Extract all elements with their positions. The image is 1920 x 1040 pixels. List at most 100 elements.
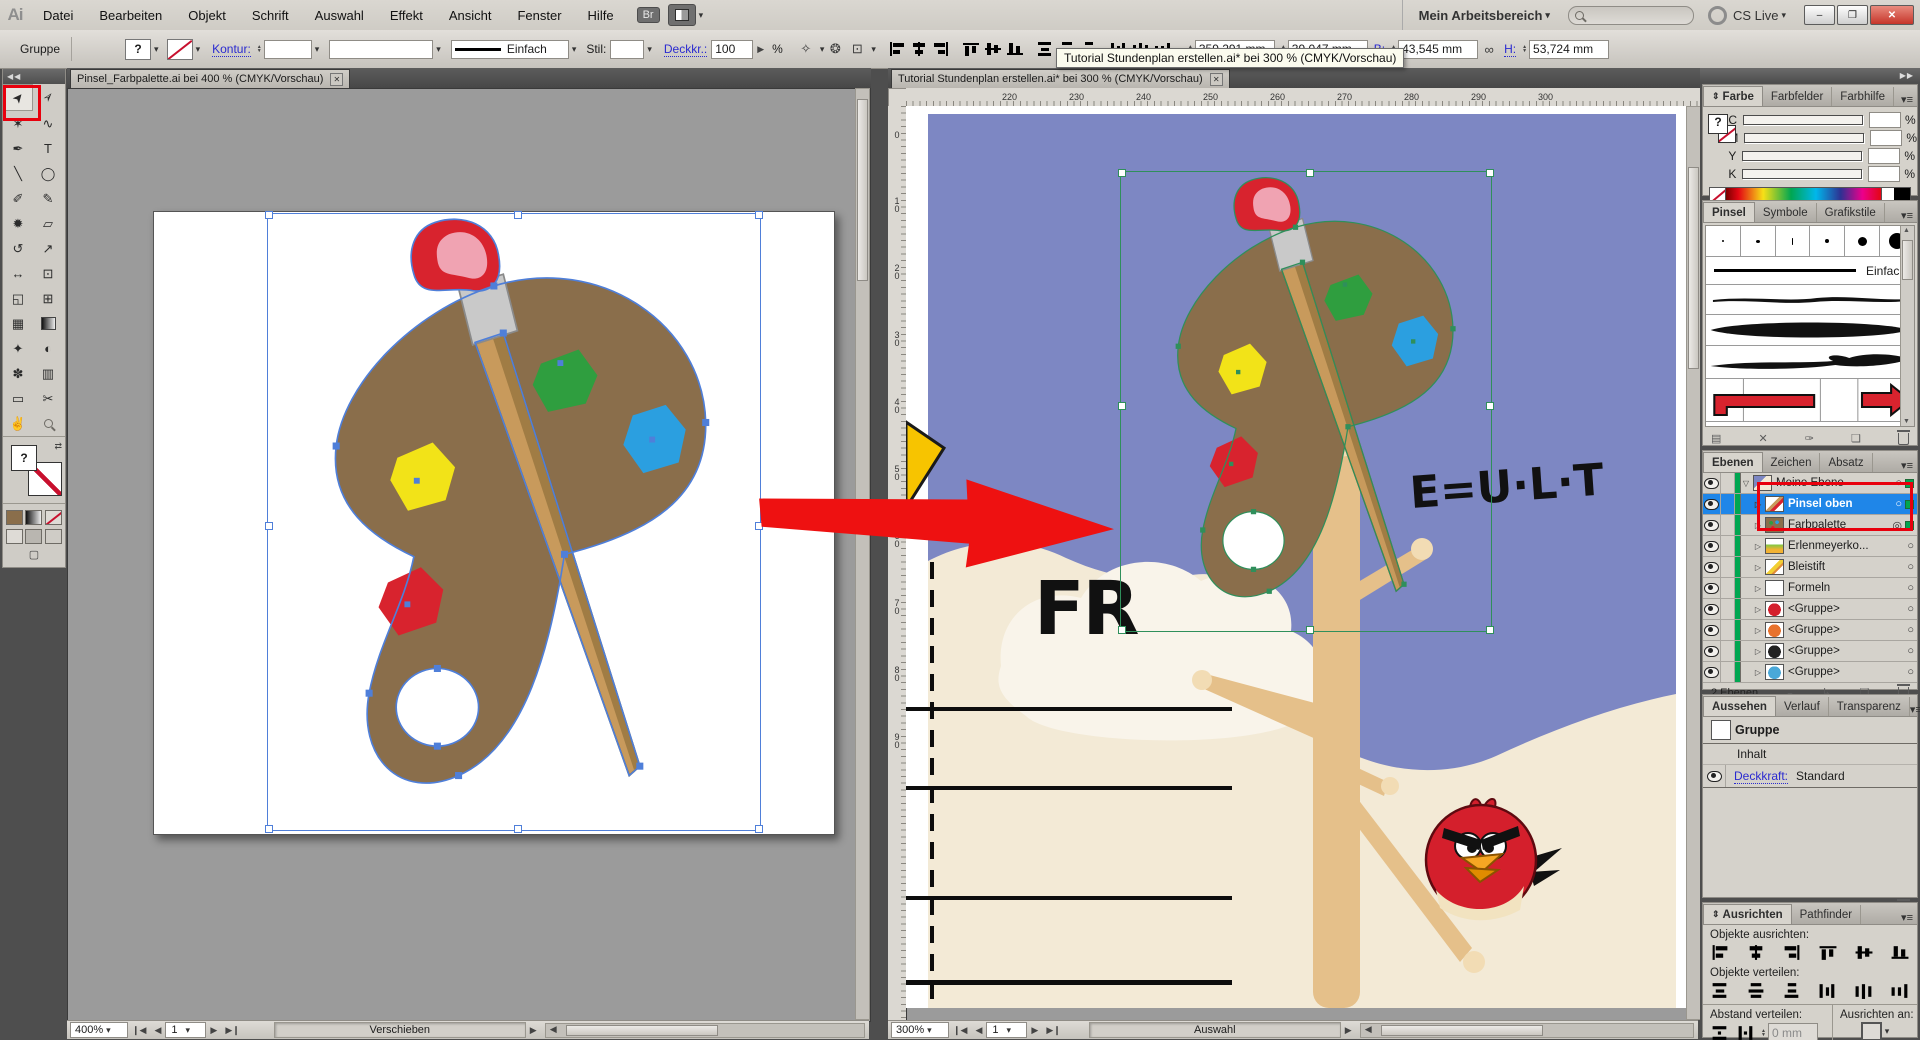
minimize-button[interactable]: –	[1804, 5, 1835, 25]
left-first-page-button[interactable]: ❙◀	[128, 1025, 150, 1036]
right-last-page-button[interactable]: ▶❙	[1042, 1025, 1064, 1036]
mesh-tool[interactable]: ▦	[3, 311, 33, 336]
maximize-button[interactable]: ❐	[1837, 5, 1868, 25]
menu-effekt[interactable]: Effekt	[377, 0, 436, 30]
line-tool[interactable]: ╲	[3, 161, 33, 186]
width-tool[interactable]: ↔	[3, 261, 33, 286]
ruler-origin[interactable]	[888, 88, 908, 108]
cs-live-button[interactable]: CS Live ▾	[1708, 6, 1786, 25]
tab-aussehen[interactable]: Aussehen	[1703, 696, 1776, 716]
none-mode-icon[interactable]	[45, 510, 62, 525]
left-last-page-button[interactable]: ▶❙	[221, 1025, 243, 1036]
target-icon[interactable]: ○	[1907, 582, 1917, 594]
appearance-group-row[interactable]: Gruppe	[1703, 717, 1917, 744]
lock-cell[interactable]	[1721, 473, 1735, 493]
bridge-button[interactable]: Br	[637, 7, 660, 23]
stroke-dropdown-icon[interactable]: ▾	[196, 44, 201, 55]
right-next-page-button[interactable]: ▶	[1027, 1025, 1042, 1036]
fill-proxy-swatch[interactable]: ?	[11, 445, 37, 471]
left-prev-page-button[interactable]: ◀	[150, 1025, 165, 1036]
lock-cell[interactable]	[1721, 578, 1735, 598]
close-button[interactable]: ✕	[1870, 5, 1914, 25]
expand-icon[interactable]: ▷	[1753, 542, 1763, 551]
opacity-label[interactable]: Deckkr.:	[664, 42, 707, 57]
width-profile-field[interactable]: Einfach	[451, 40, 569, 59]
tab-pathfinder[interactable]: Pathfinder	[1792, 905, 1861, 924]
lock-cell[interactable]	[1721, 599, 1735, 619]
isolate-dropdown-icon[interactable]: ▾	[871, 44, 876, 55]
tab-verlauf[interactable]: Verlauf	[1776, 697, 1829, 716]
menu-schrift[interactable]: Schrift	[239, 0, 302, 30]
expand-icon[interactable]: ▷	[1753, 584, 1763, 593]
layer-name[interactable]: Bleistift	[1788, 561, 1825, 573]
perspective-grid-tool[interactable]: ⊞	[33, 286, 63, 311]
paintbrush-tool[interactable]: ✐	[3, 186, 33, 211]
tab-farbfelder[interactable]: Farbfelder	[1763, 87, 1832, 106]
distribute-h-center-button[interactable]	[1851, 980, 1877, 1001]
appearance-opacity-row[interactable]: Deckkraft: Standard	[1703, 765, 1917, 788]
distribute-center-button[interactable]	[1743, 980, 1769, 1001]
visibility-icon[interactable]	[1704, 646, 1719, 657]
visibility-icon[interactable]	[1704, 478, 1719, 489]
align-bottom-button[interactable]	[1887, 942, 1913, 963]
visibility-icon[interactable]	[1707, 771, 1722, 782]
align-to-dropdown-icon[interactable]: ▾	[1885, 1026, 1890, 1037]
rotate-tool[interactable]: ↺	[3, 236, 33, 261]
left-document-tab[interactable]: Pinsel_Farbpalette.ai bei 400 % (CMYK/Vo…	[70, 69, 350, 88]
target-icon[interactable]: ○	[1907, 561, 1917, 573]
vertical-space-button[interactable]	[1707, 1022, 1733, 1040]
brush-item[interactable]	[1706, 226, 1741, 256]
stroke-weight-dropdown-icon[interactable]: ▾	[315, 44, 320, 55]
left-scroll-left-icon[interactable]: ◀	[546, 1024, 561, 1035]
layer-name[interactable]: Formeln	[1788, 582, 1830, 594]
magenta-slider[interactable]: M%	[1722, 129, 1917, 147]
constrain-proportions-icon[interactable]: ∞	[1478, 39, 1500, 59]
visibility-icon[interactable]	[1704, 562, 1719, 573]
color-mode-icon[interactable]	[6, 510, 23, 525]
align-right-button[interactable]	[1779, 942, 1805, 963]
fill-dropdown-icon[interactable]: ▾	[154, 44, 159, 55]
layer-name[interactable]: Erlenmeyerko...	[1788, 540, 1869, 552]
distribute-h-right-button[interactable]	[1887, 980, 1913, 1001]
tab-absatz[interactable]: Absatz	[1820, 453, 1872, 472]
expand-icon[interactable]: ▷	[1753, 605, 1763, 614]
right-zoom-level[interactable]: 300%▾	[891, 1022, 949, 1038]
layer-row-bleistift[interactable]: ▷ Bleistift ○	[1703, 557, 1917, 578]
layer-row-formeln[interactable]: ▷ Formeln ○	[1703, 578, 1917, 599]
ellipse-tool[interactable]: ◯	[33, 161, 63, 186]
right-horizontal-scrollbar[interactable]: ◀	[1360, 1023, 1694, 1038]
layer-name[interactable]: <Gruppe>	[1788, 666, 1840, 678]
opacity-field[interactable]: 100	[711, 40, 753, 59]
left-artboard-field[interactable]: 1▾	[165, 1022, 206, 1038]
lock-cell[interactable]	[1721, 536, 1735, 556]
align-top-icon[interactable]	[961, 40, 981, 58]
align-middle-icon[interactable]	[983, 40, 1003, 58]
search-input[interactable]	[1568, 6, 1694, 25]
symbol-sprayer-tool[interactable]: ✽	[3, 361, 33, 386]
right-scroll-left-icon[interactable]: ◀	[1361, 1024, 1376, 1035]
opacity-flyout-icon[interactable]: ▶	[753, 44, 768, 55]
height-field[interactable]: 53,724 mm	[1529, 40, 1609, 59]
tab-zeichen[interactable]: Zeichen	[1763, 453, 1821, 472]
stroke-weight-stepper[interactable]: ▲▼	[257, 45, 262, 53]
panel-menu-icon[interactable]: ▾≡	[1901, 459, 1917, 472]
yellow-slider[interactable]: Y%	[1722, 147, 1917, 165]
align-top-button[interactable]	[1815, 942, 1841, 963]
target-icon[interactable]: ○	[1907, 666, 1917, 678]
menu-bearbeiten[interactable]: Bearbeiten	[86, 0, 175, 30]
artboard-tool[interactable]: ▭	[3, 386, 33, 411]
layer-row-gruppe-1[interactable]: ▷ <Gruppe> ○	[1703, 599, 1917, 620]
height-stepper[interactable]: ▲▼	[1522, 45, 1527, 53]
align-bottom-icon[interactable]	[1005, 40, 1025, 58]
pen-tool[interactable]: ✒	[3, 136, 33, 161]
tab-ausrichten[interactable]: ⇕Ausrichten	[1703, 904, 1792, 924]
menu-hilfe[interactable]: Hilfe	[575, 0, 627, 30]
shape-builder-tool[interactable]: ◱	[3, 286, 33, 311]
distribute-h-left-button[interactable]	[1815, 980, 1841, 1001]
tab-transparenz[interactable]: Transparenz	[1829, 697, 1910, 716]
slice-tool[interactable]: ✂	[33, 386, 63, 411]
visibility-icon[interactable]	[1704, 541, 1719, 552]
stroke-weight-field[interactable]	[264, 40, 312, 59]
select-similar-icon[interactable]: ✧	[795, 39, 817, 59]
left-status-flyout-icon[interactable]: ▶	[526, 1025, 541, 1036]
